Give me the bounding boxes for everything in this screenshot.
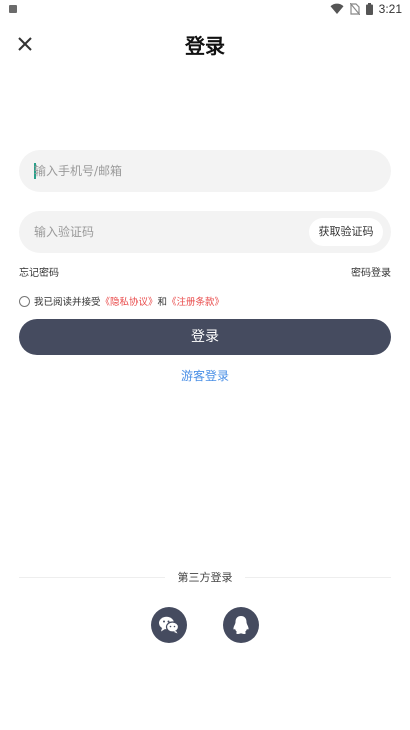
- no-sim-icon: [349, 3, 360, 15]
- wifi-icon: [330, 3, 344, 14]
- status-time: 3:21: [378, 2, 402, 16]
- wechat-login-button[interactable]: [151, 607, 187, 643]
- password-login-link[interactable]: 密码登录: [351, 264, 391, 279]
- status-icons: 3:21: [330, 1, 402, 17]
- page-title: 登录: [185, 34, 225, 58]
- terms-link[interactable]: 《注册条款》: [167, 294, 224, 308]
- verification-code-field[interactable]: 获取验证码: [19, 211, 391, 253]
- phone-email-input[interactable]: [34, 150, 294, 192]
- qq-login-button[interactable]: [223, 607, 259, 643]
- get-code-button[interactable]: 获取验证码: [309, 218, 383, 246]
- agreement-checkbox[interactable]: [19, 295, 30, 307]
- verification-code-input[interactable]: [34, 211, 294, 253]
- privacy-policy-link[interactable]: 《隐私协议》: [101, 294, 158, 308]
- agreement-and: 和: [157, 297, 168, 308]
- agreement-prefix: 我已阅读并接受: [34, 297, 101, 308]
- notification-icon: [9, 5, 17, 13]
- login-button[interactable]: 登录: [19, 319, 391, 355]
- wechat-icon: [159, 616, 180, 634]
- battery-icon: [365, 3, 373, 15]
- forgot-password-link[interactable]: 忘记密码: [19, 264, 59, 279]
- qq-icon: [233, 616, 249, 634]
- guest-login-link[interactable]: 游客登录: [0, 367, 410, 384]
- phone-email-field[interactable]: [19, 150, 391, 192]
- third-party-label: 第三方登录: [165, 569, 245, 585]
- agreement-row: 我已阅读并接受 《隐私协议》 和 《注册条款》: [19, 294, 224, 308]
- status-bar: 3:21: [0, 0, 410, 18]
